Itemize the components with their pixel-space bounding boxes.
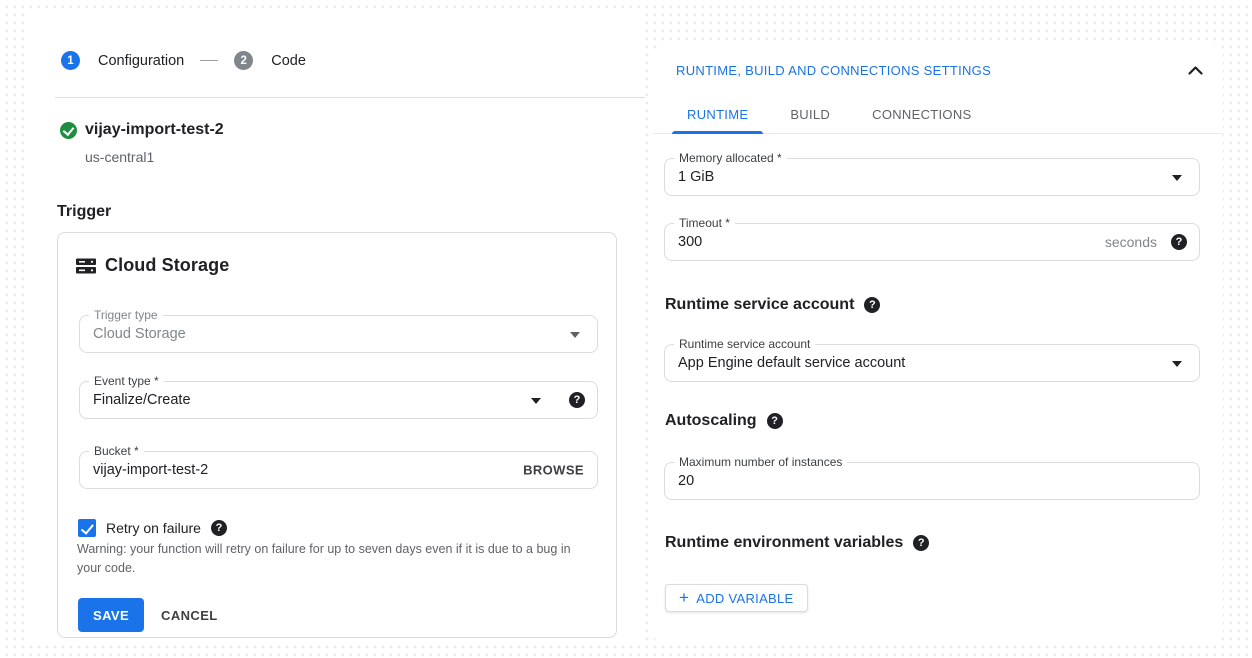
autoscaling-heading: Autoscaling ? bbox=[665, 412, 783, 430]
dropdown-arrow-icon bbox=[1172, 361, 1182, 367]
stepper-step-configuration[interactable]: 1 Configuration bbox=[61, 51, 184, 70]
trigger-card: Cloud Storage Trigger type Cloud Storage… bbox=[57, 232, 617, 638]
function-name-row: vijay-import-test-2 bbox=[60, 121, 224, 139]
retry-warning-text: Warning: your function will retry on fai… bbox=[77, 540, 597, 579]
dropdown-arrow-icon bbox=[1172, 175, 1182, 181]
max-instances-input[interactable] bbox=[678, 463, 998, 499]
step-1-badge: 1 bbox=[61, 51, 80, 70]
retry-label: Retry on failure bbox=[106, 520, 201, 536]
max-instances-field: Maximum number of instances bbox=[664, 462, 1200, 500]
function-name: vijay-import-test-2 bbox=[85, 121, 224, 139]
autoscaling-help-icon[interactable]: ? bbox=[767, 413, 783, 429]
step-2-badge: 2 bbox=[234, 51, 253, 70]
settings-section-toggle[interactable]: RUNTIME, BUILD AND CONNECTIONS SETTINGS bbox=[676, 63, 1203, 78]
add-variable-button[interactable]: + ADD VARIABLE bbox=[665, 584, 808, 612]
trigger-type-label: Trigger type bbox=[89, 308, 163, 322]
env-variables-title: Runtime environment variables bbox=[665, 534, 903, 552]
settings-tabs: RUNTIME BUILD CONNECTIONS bbox=[653, 96, 1223, 134]
step-connector-line bbox=[200, 60, 218, 62]
stepper-divider bbox=[55, 97, 645, 98]
event-type-select[interactable]: Event type * Finalize/Create ? bbox=[79, 381, 598, 419]
env-variables-heading: Runtime environment variables ? bbox=[665, 534, 929, 552]
function-config-panel: 1 Configuration 2 Code vijay-import-test… bbox=[25, 8, 645, 643]
runtime-service-account-select[interactable]: Runtime service account App Engine defau… bbox=[664, 344, 1200, 382]
trigger-card-header: Cloud Storage bbox=[76, 255, 229, 276]
browse-button[interactable]: BROWSE bbox=[523, 463, 584, 478]
event-type-value: Finalize/Create bbox=[93, 392, 191, 408]
trigger-section-title: Trigger bbox=[57, 203, 111, 221]
form-actions: SAVE CANCEL bbox=[78, 598, 218, 632]
memory-allocated-label: Memory allocated * bbox=[674, 151, 787, 165]
dropdown-arrow-icon bbox=[531, 398, 541, 404]
step-2-label: Code bbox=[271, 53, 306, 69]
dropdown-arrow-icon bbox=[570, 332, 580, 338]
trigger-type-select[interactable]: Trigger type Cloud Storage bbox=[79, 315, 598, 353]
stepper: 1 Configuration 2 Code bbox=[61, 51, 306, 70]
function-region: us-central1 bbox=[85, 149, 154, 165]
service-account-title: Runtime service account bbox=[665, 296, 854, 314]
memory-allocated-select[interactable]: Memory allocated * 1 GiB bbox=[664, 158, 1200, 196]
autoscaling-title: Autoscaling bbox=[665, 412, 757, 430]
retry-checkbox[interactable] bbox=[78, 519, 96, 537]
step-1-label: Configuration bbox=[98, 53, 184, 69]
runtime-settings-panel: RUNTIME, BUILD AND CONNECTIONS SETTINGS … bbox=[653, 46, 1223, 643]
timeout-input[interactable] bbox=[678, 224, 998, 260]
chevron-up-icon bbox=[1188, 66, 1203, 75]
plus-icon: + bbox=[679, 589, 689, 606]
memory-allocated-value: 1 GiB bbox=[678, 169, 714, 185]
bucket-field: Bucket * BROWSE bbox=[79, 451, 598, 489]
runtime-service-account-label: Runtime service account bbox=[674, 337, 815, 351]
bucket-input[interactable] bbox=[93, 452, 403, 488]
cancel-button[interactable]: CANCEL bbox=[161, 608, 218, 623]
stepper-step-code[interactable]: 2 Code bbox=[234, 51, 306, 70]
service-account-help-icon[interactable]: ? bbox=[864, 297, 880, 313]
timeout-unit: seconds bbox=[1105, 234, 1157, 250]
cloud-storage-icon bbox=[76, 256, 96, 276]
tab-connections[interactable]: CONNECTIONS bbox=[857, 96, 986, 133]
save-button[interactable]: SAVE bbox=[78, 598, 144, 632]
trigger-card-title: Cloud Storage bbox=[105, 255, 229, 276]
runtime-service-account-value: App Engine default service account bbox=[678, 355, 905, 371]
retry-help-icon[interactable]: ? bbox=[211, 520, 227, 536]
event-type-label: Event type * bbox=[89, 374, 164, 388]
success-check-icon bbox=[60, 122, 77, 139]
event-type-help-icon[interactable]: ? bbox=[569, 392, 585, 408]
settings-section-title: RUNTIME, BUILD AND CONNECTIONS SETTINGS bbox=[676, 63, 991, 78]
add-variable-label: ADD VARIABLE bbox=[696, 591, 793, 606]
tab-build[interactable]: BUILD bbox=[775, 96, 845, 133]
env-variables-help-icon[interactable]: ? bbox=[913, 535, 929, 551]
trigger-type-value: Cloud Storage bbox=[93, 326, 186, 342]
timeout-field: Timeout * seconds ? bbox=[664, 223, 1200, 261]
timeout-help-icon[interactable]: ? bbox=[1171, 234, 1187, 250]
service-account-heading: Runtime service account ? bbox=[665, 296, 880, 314]
tab-runtime[interactable]: RUNTIME bbox=[672, 96, 763, 133]
retry-on-failure-row: Retry on failure ? bbox=[78, 519, 227, 537]
